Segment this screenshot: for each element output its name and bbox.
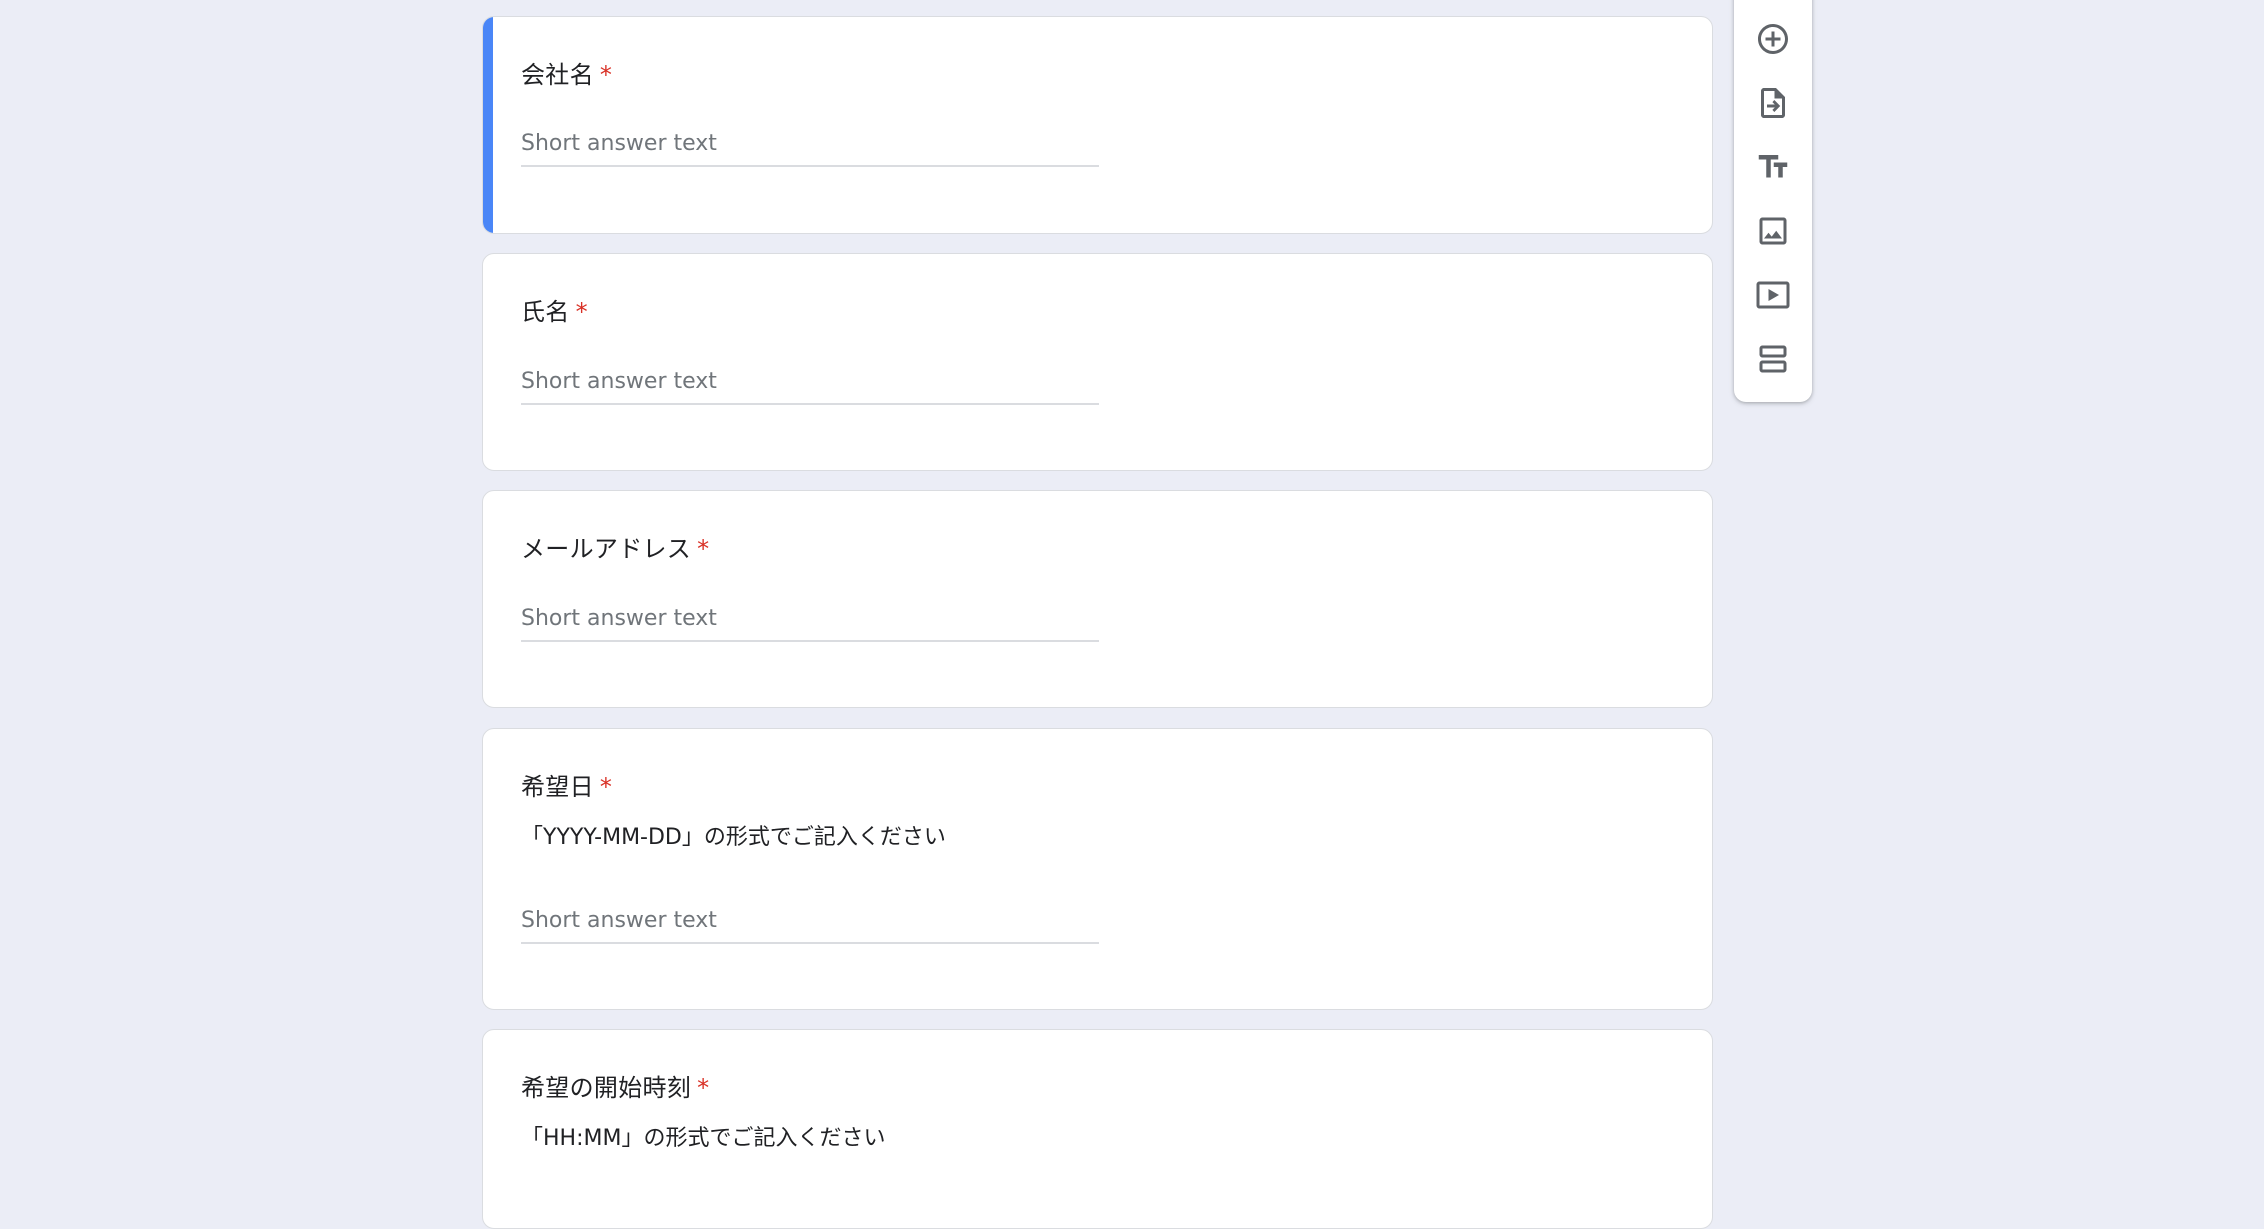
short-answer-field: Short answer text xyxy=(521,127,1099,167)
add-video-button[interactable] xyxy=(1753,275,1793,315)
question-title: 希望の開始時刻 * xyxy=(521,1068,709,1103)
required-asterisk: * xyxy=(599,61,613,89)
required-asterisk: * xyxy=(697,535,710,563)
add-question-button[interactable] xyxy=(1753,19,1793,59)
short-answer-placeholder: Short answer text xyxy=(521,908,717,933)
question-title-text: メールアドレス xyxy=(521,535,692,563)
short-answer-field: Short answer text xyxy=(521,602,1099,642)
add-image-icon xyxy=(1759,217,1787,245)
import-questions-button[interactable] xyxy=(1753,83,1793,123)
short-answer-placeholder: Short answer text xyxy=(521,606,717,631)
floating-toolbar xyxy=(1734,0,1812,402)
question-description: 「HH:MM」の形式でご記入ください xyxy=(521,1126,886,1151)
question-title: 会社名 * xyxy=(521,55,612,90)
required-asterisk: * xyxy=(697,1074,710,1102)
add-section-icon xyxy=(1759,345,1787,373)
short-answer-field: Short answer text xyxy=(521,365,1099,405)
question-card-name[interactable]: 氏名 * Short answer text xyxy=(482,253,1713,471)
question-title-text: 会社名 xyxy=(521,61,594,89)
question-card-email[interactable]: メールアドレス * Short answer text xyxy=(482,490,1713,708)
question-title: 氏名 * xyxy=(521,292,588,327)
question-title: 希望日 * xyxy=(521,767,612,802)
question-title-text: 氏名 xyxy=(521,298,570,326)
required-asterisk: * xyxy=(575,298,588,326)
add-title-icon xyxy=(1758,155,1788,178)
question-title-text: 希望の開始時刻 xyxy=(521,1074,692,1102)
question-title: メールアドレス * xyxy=(521,529,709,564)
question-card-date[interactable]: 希望日 * 「YYYY-MM-DD」の形式でご記入ください Short answe… xyxy=(482,728,1713,1010)
import-questions-icon xyxy=(1761,88,1785,118)
add-video-icon xyxy=(1756,281,1790,309)
question-card-start-time[interactable]: 希望の開始時刻 * 「HH:MM」の形式でご記入ください xyxy=(482,1029,1713,1229)
add-question-icon xyxy=(1758,24,1788,54)
add-title-button[interactable] xyxy=(1753,147,1793,187)
short-answer-field: Short answer text xyxy=(521,904,1099,944)
short-answer-placeholder: Short answer text xyxy=(521,131,717,156)
question-description: 「YYYY-MM-DD」の形式でご記入ください xyxy=(521,825,946,850)
question-card-company[interactable]: 会社名 * Short answer text xyxy=(482,16,1713,234)
add-image-button[interactable] xyxy=(1753,211,1793,251)
question-title-text: 希望日 xyxy=(521,773,594,801)
required-asterisk: * xyxy=(599,773,613,801)
short-answer-placeholder: Short answer text xyxy=(521,369,717,394)
add-section-button[interactable] xyxy=(1753,339,1793,379)
